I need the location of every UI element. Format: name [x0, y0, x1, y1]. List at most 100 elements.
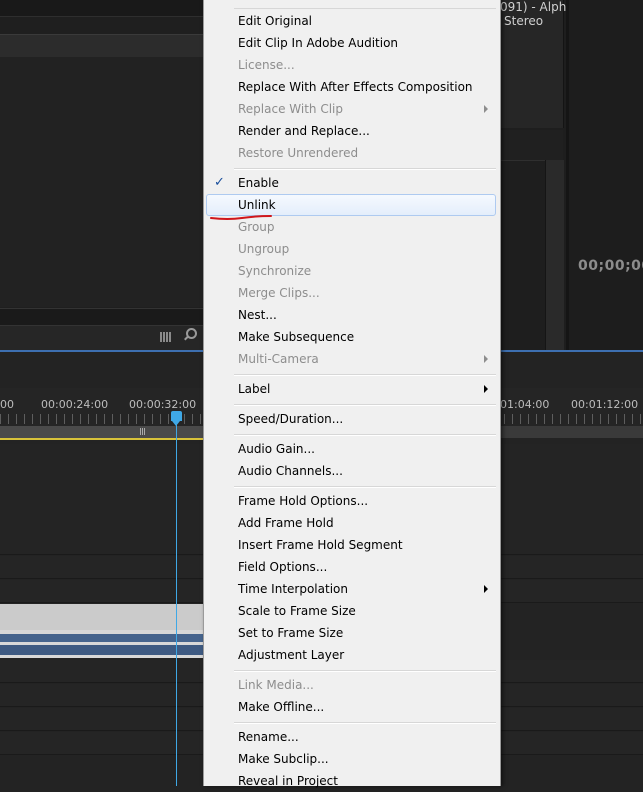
menu-item-label: Edit Original	[238, 14, 313, 28]
menu-item-label: Label	[238, 382, 271, 396]
menu-item-label: Field Options...	[238, 560, 328, 574]
menu-item-speed-duration[interactable]: Speed/Duration...	[206, 408, 496, 430]
menu-item-label: Frame Hold Options...	[238, 494, 369, 508]
menu-separator	[234, 722, 496, 724]
submenu-arrow-icon	[484, 355, 488, 363]
playhead-line[interactable]	[176, 414, 177, 786]
menu-item-edit-clip-in-adobe-audition[interactable]: Edit Clip In Adobe Audition	[206, 32, 496, 54]
menu-item-label: Enable	[238, 176, 279, 190]
menu-item-label: Ungroup	[238, 242, 290, 256]
ruler-label: 00:01:12:00	[571, 398, 639, 411]
menu-item-replace-with-after-effects-composition[interactable]: Replace With After Effects Composition	[206, 76, 496, 98]
ruler-label: 00	[0, 398, 14, 411]
menu-separator	[234, 670, 496, 672]
menu-item-restore-unrendered: Restore Unrendered	[206, 142, 496, 164]
clip-context-menu: Edit Original Edit Clip In Adobe Audition…	[203, 0, 501, 788]
menu-separator	[234, 168, 496, 170]
menu-item-make-subsequence[interactable]: Make Subsequence	[206, 326, 496, 348]
menu-item-make-subclip[interactable]: Make Subclip...	[206, 748, 496, 770]
menu-item-label: Add Frame Hold	[238, 516, 334, 530]
menu-item-label: Nest...	[238, 308, 277, 322]
menu-item-label: Make Subsequence	[238, 330, 355, 344]
menu-item-label: Replace With Clip	[238, 102, 344, 116]
ruler-label: 01:04:00	[500, 398, 550, 411]
menu-item-label: Time Interpolation	[238, 582, 348, 596]
menu-separator	[234, 8, 496, 9]
annotation-underline	[210, 215, 272, 220]
menu-item-add-frame-hold[interactable]: Add Frame Hold	[206, 512, 496, 534]
menu-item-set-to-frame-size[interactable]: Set to Frame Size	[206, 622, 496, 644]
menu-item-audio-channels[interactable]: Audio Channels...	[206, 460, 496, 482]
work-area-bar[interactable]	[0, 426, 204, 438]
menu-item-audio-gain[interactable]: Audio Gain...	[206, 438, 496, 460]
menu-item-label: Link Media...	[238, 678, 314, 692]
menu-item-label: Merge Clips...	[238, 286, 320, 300]
clip-info-audio: Stereo	[504, 14, 544, 28]
menu-separator	[234, 486, 496, 488]
program-monitor-scrollbar[interactable]	[545, 160, 564, 350]
work-area-bar-right[interactable]	[499, 426, 643, 438]
clip-info-name: 091) - Alpha	[500, 0, 568, 14]
timeline-clip[interactable]	[0, 604, 204, 630]
menu-item-label: Unlink	[238, 198, 276, 212]
menu-item-license: License...	[206, 54, 496, 76]
playhead-handle-icon[interactable]	[171, 411, 182, 426]
project-panel-header	[0, 34, 204, 58]
program-timecode[interactable]: 00;00;00;	[578, 258, 643, 274]
program-monitor-subpanel	[499, 130, 563, 161]
audio-clip-waveform	[0, 645, 204, 655]
menu-item-multi-camera: Multi-Camera	[206, 348, 496, 370]
menu-item-label: Insert Frame Hold Segment	[238, 538, 403, 552]
clip-info: 091) - Alpha Stereo	[498, 0, 568, 28]
menu-item-label: Audio Gain...	[238, 442, 315, 456]
ruler-label: 00:00:32:00	[129, 398, 197, 411]
menu-item-ungroup: Ungroup	[206, 238, 496, 260]
menu-item-merge-clips: Merge Clips...	[206, 282, 496, 304]
menu-item-frame-hold-options[interactable]: Frame Hold Options...	[206, 490, 496, 512]
menu-item-rename[interactable]: Rename...	[206, 726, 496, 748]
project-panel-scrollbar[interactable]	[0, 308, 204, 325]
submenu-arrow-icon	[484, 585, 488, 593]
in-out-range-line	[0, 438, 204, 440]
menu-item-label: Speed/Duration...	[238, 412, 344, 426]
menu-item-adjustment-layer[interactable]: Adjustment Layer	[206, 644, 496, 666]
menu-item-label: Replace With After Effects Composition	[238, 80, 473, 94]
menu-item-label: Synchronize	[238, 264, 312, 278]
work-area-grip-icon[interactable]	[140, 428, 146, 435]
menu-item-label: Restore Unrendered	[238, 146, 359, 160]
menu-item-insert-frame-hold-segment[interactable]: Insert Frame Hold Segment	[206, 534, 496, 556]
menu-item-nest[interactable]: Nest...	[206, 304, 496, 326]
menu-item-link-media: Link Media...	[206, 674, 496, 696]
menu-item-enable[interactable]: ✓ Enable	[206, 172, 496, 194]
ruler-label: 00:00:24:00	[41, 398, 109, 411]
menu-item-label: Group	[238, 220, 275, 234]
menu-item-synchronize: Synchronize	[206, 260, 496, 282]
project-panel-body	[0, 57, 204, 307]
program-monitor-viewer	[569, 0, 643, 350]
menu-item-label: Make Subclip...	[238, 752, 329, 766]
menu-item-label: Rename...	[238, 730, 299, 744]
menu-item-label: Multi-Camera	[238, 352, 319, 366]
menu-item-time-interpolation[interactable]: Time Interpolation	[206, 578, 496, 600]
menu-item-render-and-replace[interactable]: Render and Replace...	[206, 120, 496, 142]
list-view-icon[interactable]	[160, 331, 176, 342]
menu-separator	[234, 374, 496, 376]
menu-item-label: Edit Clip In Adobe Audition	[238, 36, 399, 50]
menu-item-make-offline[interactable]: Make Offline...	[206, 696, 496, 718]
search-icon[interactable]	[183, 328, 197, 342]
menu-item-field-options[interactable]: Field Options...	[206, 556, 496, 578]
menu-item-scale-to-frame-size[interactable]: Scale to Frame Size	[206, 600, 496, 622]
menu-item-label: Scale to Frame Size	[238, 604, 356, 618]
menu-item-label: Make Offline...	[238, 700, 325, 714]
menu-item-label[interactable]: Label	[206, 378, 496, 400]
submenu-arrow-icon	[484, 105, 488, 113]
menu-item-replace-with-clip: Replace With Clip	[206, 98, 496, 120]
checkmark-icon: ✓	[214, 175, 225, 190]
menu-item-edit-original[interactable]: Edit Original	[206, 10, 496, 32]
project-panel-top-strip	[0, 0, 204, 17]
menu-item-reveal-in-project[interactable]: Reveal in Project	[206, 770, 496, 792]
menu-item-label: Adjustment Layer	[238, 648, 345, 662]
menu-item-label: License...	[238, 58, 295, 72]
submenu-arrow-icon	[484, 385, 488, 393]
menu-item-label: Audio Channels...	[238, 464, 343, 478]
